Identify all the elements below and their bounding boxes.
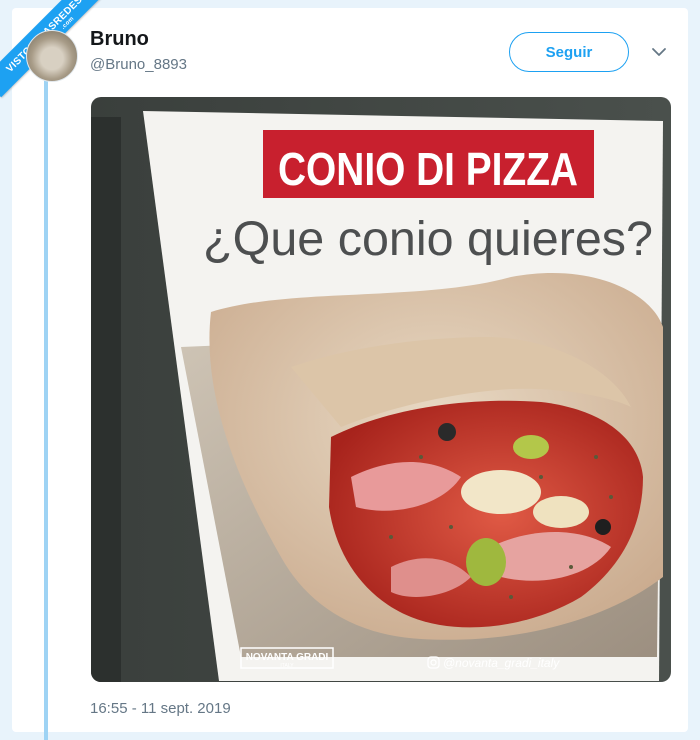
instagram-handle: @novanta_gradi_italy	[443, 656, 560, 670]
thread-rail	[44, 80, 48, 740]
tweet-timestamp[interactable]: 16:55 - 11 sept. 2019	[90, 700, 231, 717]
poster-headline: ¿Que conio quieres?	[203, 213, 653, 266]
brand-name: NOVANTA GRADI	[246, 652, 329, 663]
tweet-photo[interactable]: CONIO DI PIZZA ¿Que conio quieres? NOVAN…	[91, 97, 671, 682]
author-name[interactable]: Bruno	[90, 28, 149, 51]
author-handle[interactable]: @Bruno_8893	[90, 56, 187, 73]
chevron-down-icon[interactable]	[651, 44, 667, 60]
poster-banner: CONIO DI PIZZA	[278, 143, 578, 195]
avatar[interactable]	[26, 30, 78, 82]
poster-photo: CONIO DI PIZZA ¿Que conio quieres? NOVAN…	[91, 97, 671, 682]
brand-sub: ITALY	[280, 663, 294, 669]
follow-button[interactable]: Seguir	[509, 32, 629, 72]
